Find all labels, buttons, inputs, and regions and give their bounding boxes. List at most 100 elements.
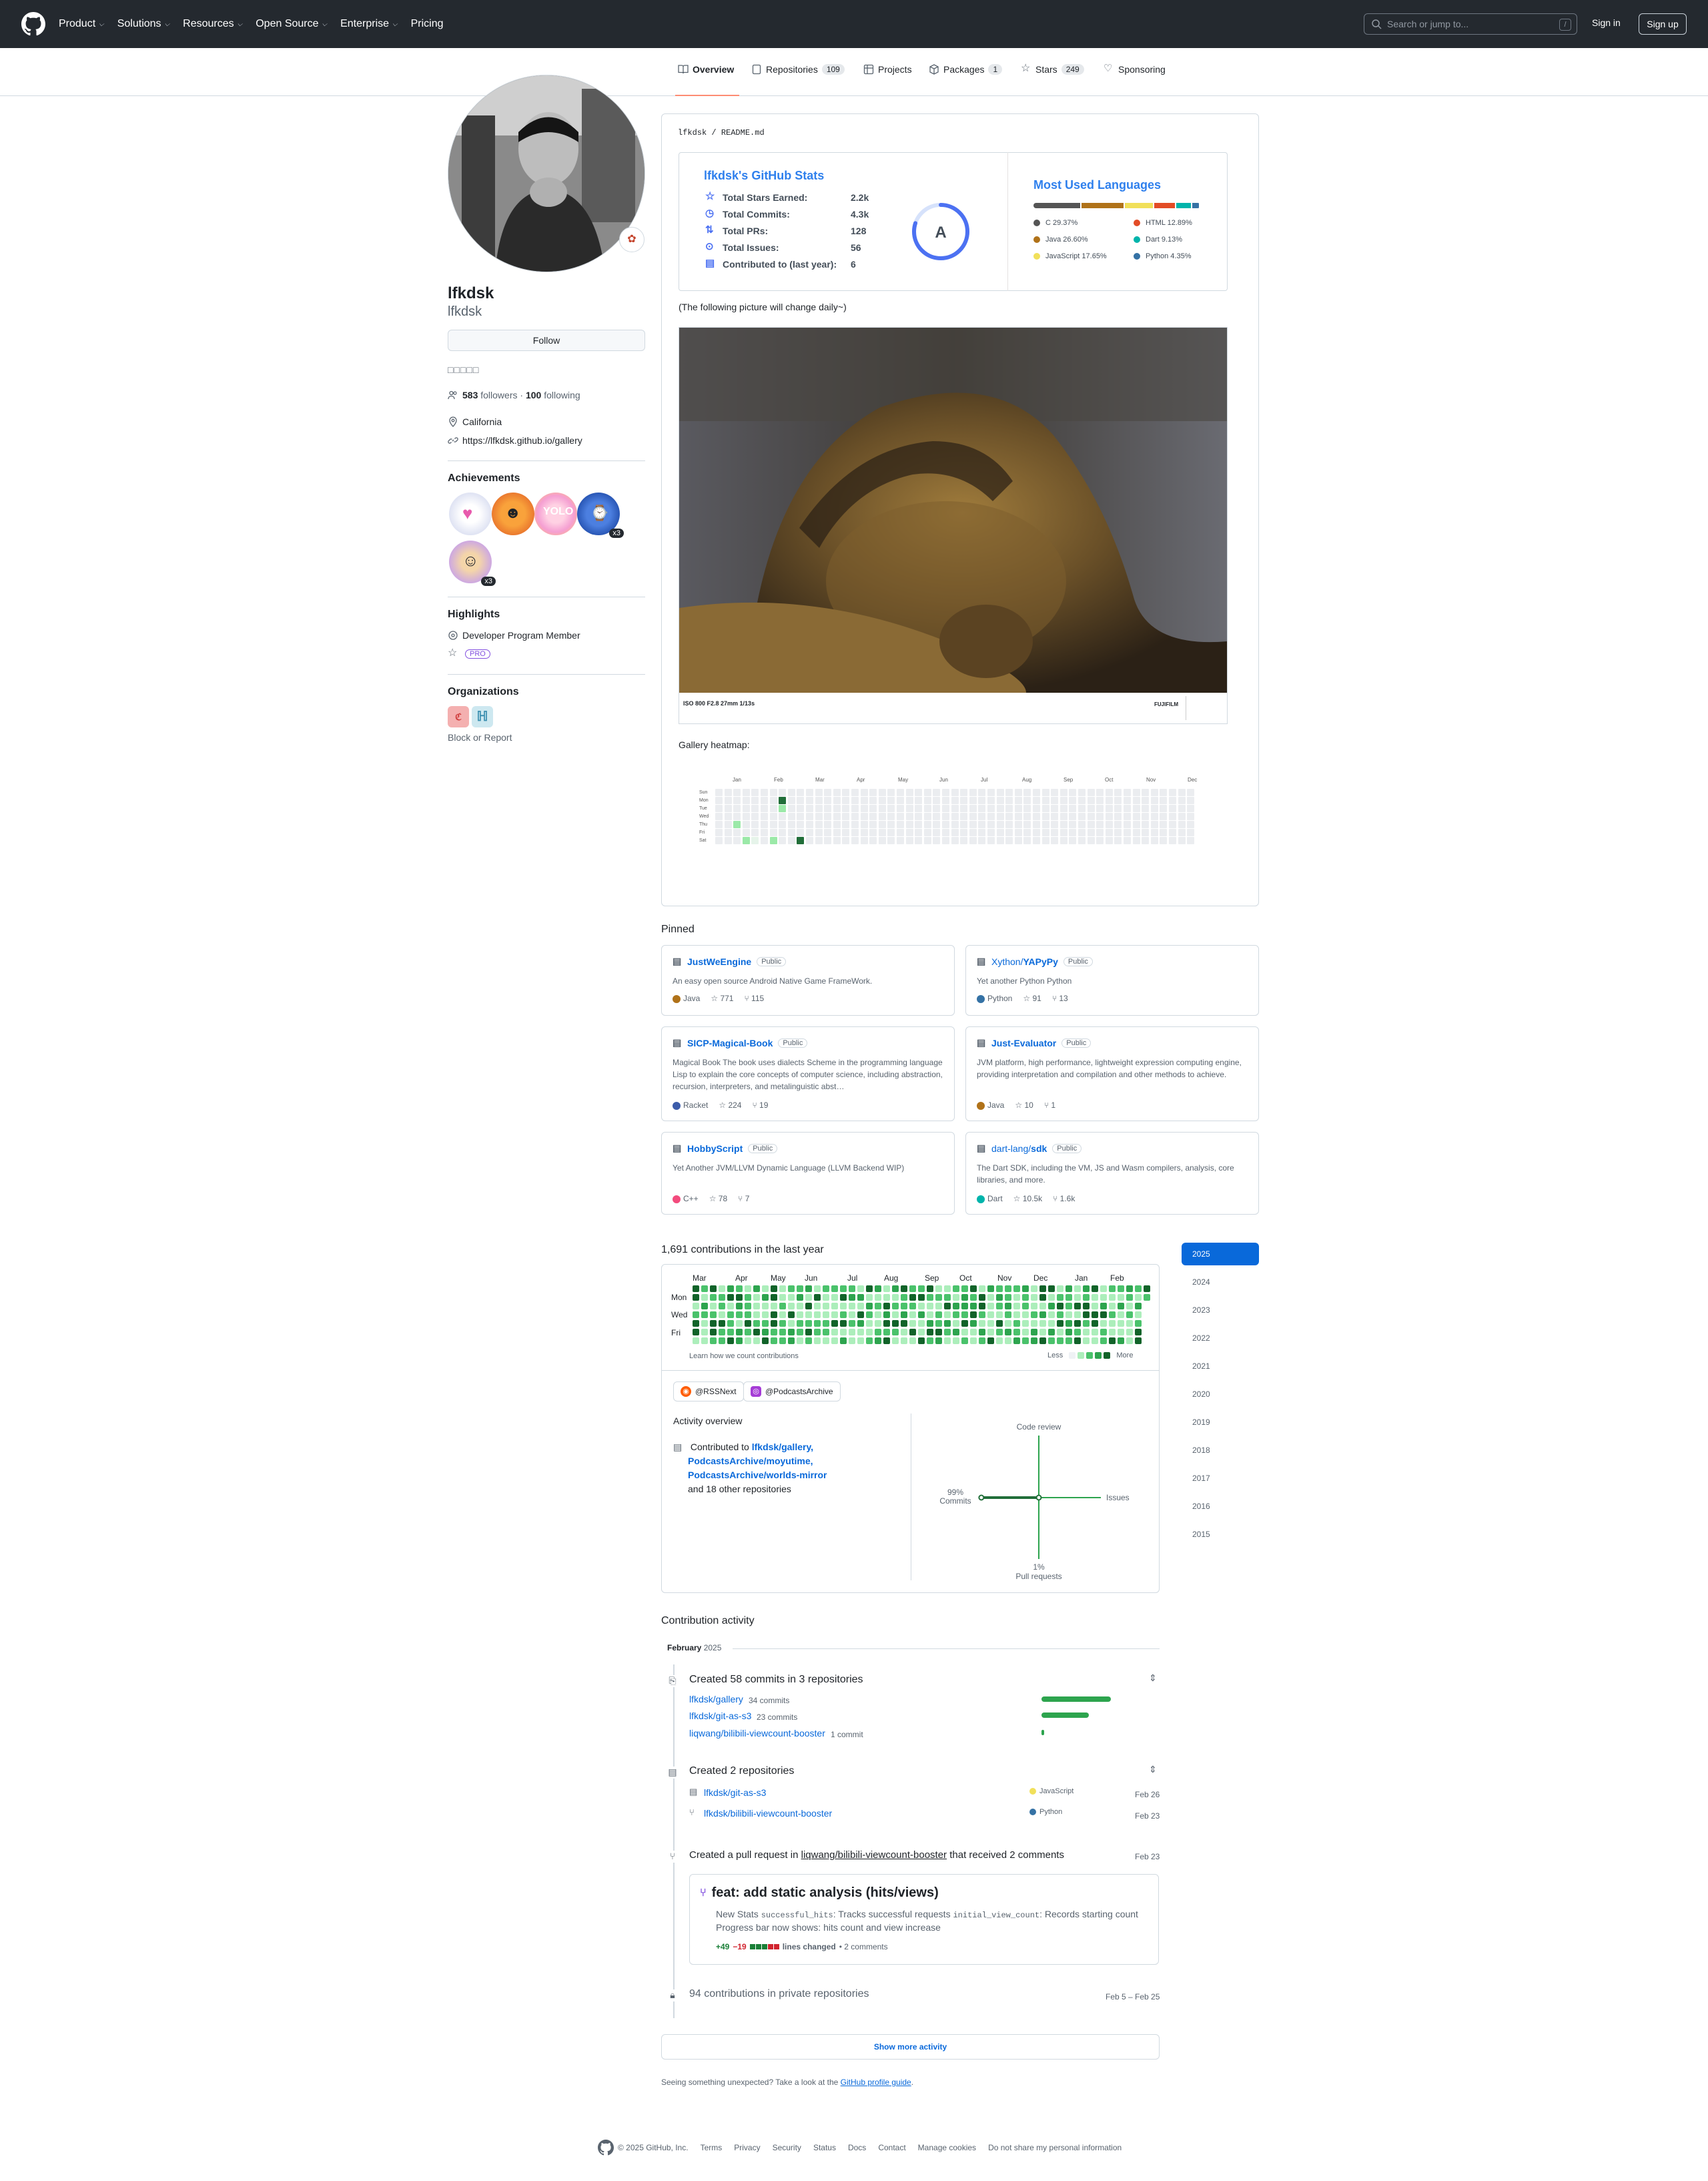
calendar-day-cell[interactable] bbox=[996, 1320, 1003, 1327]
calendar-day-cell[interactable] bbox=[944, 1294, 951, 1301]
calendar-day-cell[interactable] bbox=[918, 1285, 925, 1292]
calendar-day-cell[interactable] bbox=[944, 1285, 951, 1292]
calendar-day-cell[interactable] bbox=[1057, 1303, 1063, 1309]
calendar-day-cell[interactable] bbox=[762, 1337, 769, 1344]
created-repo-link[interactable]: lfkdsk/bilibili-viewcount-booster bbox=[704, 1808, 832, 1819]
calendar-day-cell[interactable] bbox=[727, 1337, 734, 1344]
calendar-day-cell[interactable] bbox=[745, 1337, 751, 1344]
calendar-day-cell[interactable] bbox=[1144, 1294, 1150, 1301]
following-label[interactable]: following bbox=[544, 390, 580, 400]
avatar[interactable] bbox=[448, 75, 645, 272]
repo-stars[interactable]: ☆ 78 bbox=[709, 1194, 727, 1203]
calendar-day-cell[interactable] bbox=[840, 1329, 847, 1335]
calendar-day-cell[interactable] bbox=[961, 1329, 968, 1335]
year-2018[interactable]: 2018 bbox=[1182, 1439, 1259, 1462]
calendar-day-cell[interactable] bbox=[1031, 1285, 1037, 1292]
repo-link[interactable]: HobbyScript bbox=[687, 1143, 743, 1154]
calendar-day-cell[interactable] bbox=[1039, 1311, 1046, 1318]
year-2021[interactable]: 2021 bbox=[1182, 1355, 1259, 1377]
footer-link-manage-cookies[interactable]: Manage cookies bbox=[918, 2143, 976, 2152]
calendar-day-cell[interactable] bbox=[693, 1303, 699, 1309]
calendar-day-cell[interactable] bbox=[719, 1329, 725, 1335]
calendar-day-cell[interactable] bbox=[1048, 1320, 1055, 1327]
calendar-day-cell[interactable] bbox=[727, 1294, 734, 1301]
github-logo-icon[interactable] bbox=[598, 2140, 614, 2156]
calendar-day-cell[interactable] bbox=[883, 1329, 890, 1335]
year-2016[interactable]: 2016 bbox=[1182, 1495, 1259, 1518]
calendar-day-cell[interactable] bbox=[727, 1329, 734, 1335]
calendar-day-cell[interactable] bbox=[996, 1329, 1003, 1335]
calendar-day-cell[interactable] bbox=[762, 1285, 769, 1292]
calendar-day-cell[interactable] bbox=[1118, 1337, 1124, 1344]
calendar-day-cell[interactable] bbox=[805, 1294, 812, 1301]
repo-stars[interactable]: ☆ 224 bbox=[719, 1101, 741, 1110]
calendar-day-cell[interactable] bbox=[970, 1311, 977, 1318]
repo-link[interactable]: JustWeEngine bbox=[687, 956, 751, 967]
calendar-day-cell[interactable] bbox=[1135, 1294, 1142, 1301]
created-repo-link[interactable]: lfkdsk/git-as-s3 bbox=[704, 1787, 766, 1798]
calendar-day-cell[interactable] bbox=[909, 1329, 916, 1335]
calendar-day-cell[interactable] bbox=[979, 1311, 985, 1318]
calendar-day-cell[interactable] bbox=[970, 1329, 977, 1335]
calendar-day-cell[interactable] bbox=[1083, 1337, 1090, 1344]
calendar-day-cell[interactable] bbox=[979, 1294, 985, 1301]
tab-projects[interactable]: Projects bbox=[863, 64, 912, 96]
calendar-day-cell[interactable] bbox=[1100, 1294, 1107, 1301]
calendar-day-cell[interactable] bbox=[727, 1311, 734, 1318]
calendar-day-cell[interactable] bbox=[701, 1303, 708, 1309]
block-report-link[interactable]: Block or Report bbox=[448, 732, 512, 743]
calendar-day-cell[interactable] bbox=[918, 1294, 925, 1301]
calendar-day-cell[interactable] bbox=[849, 1337, 855, 1344]
calendar-day-cell[interactable] bbox=[901, 1294, 907, 1301]
calendar-day-cell[interactable] bbox=[1100, 1337, 1107, 1344]
repo-forks[interactable]: ⑂ 1 bbox=[1044, 1101, 1055, 1110]
footer-link-contact[interactable]: Contact bbox=[878, 2143, 905, 2152]
calendar-day-cell[interactable] bbox=[953, 1337, 959, 1344]
repo-stars[interactable]: ☆ 771 bbox=[711, 994, 733, 1003]
calendar-day-cell[interactable] bbox=[788, 1337, 795, 1344]
contributed-repo-link[interactable]: PodcastsArchive/moyutime, bbox=[688, 1456, 813, 1466]
calendar-day-cell[interactable] bbox=[866, 1311, 873, 1318]
calendar-day-cell[interactable] bbox=[944, 1311, 951, 1318]
repo-link[interactable]: sdk bbox=[1031, 1143, 1047, 1154]
calendar-day-cell[interactable] bbox=[1013, 1294, 1020, 1301]
calendar-day-cell[interactable] bbox=[1118, 1303, 1124, 1309]
year-2022[interactable]: 2022 bbox=[1182, 1327, 1259, 1349]
calendar-day-cell[interactable] bbox=[866, 1337, 873, 1344]
calendar-day-cell[interactable] bbox=[892, 1337, 899, 1344]
calendar-day-cell[interactable] bbox=[1135, 1285, 1142, 1292]
calendar-day-cell[interactable] bbox=[875, 1337, 881, 1344]
year-2025[interactable]: 2025 bbox=[1182, 1243, 1259, 1265]
calendar-day-cell[interactable] bbox=[701, 1320, 708, 1327]
calendar-day-cell[interactable] bbox=[901, 1320, 907, 1327]
contributed-repo-link[interactable]: PodcastsArchive/worlds-mirror bbox=[688, 1470, 827, 1480]
calendar-day-cell[interactable] bbox=[1022, 1311, 1029, 1318]
calendar-day-cell[interactable] bbox=[996, 1303, 1003, 1309]
tab-packages[interactable]: Packages 1 bbox=[929, 64, 1003, 96]
calendar-day-cell[interactable] bbox=[849, 1285, 855, 1292]
calendar-day-cell[interactable] bbox=[1005, 1329, 1011, 1335]
repo-stars[interactable]: ☆ 10.5k bbox=[1013, 1194, 1042, 1203]
calendar-day-cell[interactable] bbox=[745, 1329, 751, 1335]
calendar-day-cell[interactable] bbox=[875, 1285, 881, 1292]
github-logo-icon[interactable] bbox=[21, 12, 45, 36]
calendar-day-cell[interactable] bbox=[736, 1303, 743, 1309]
calendar-day-cell[interactable] bbox=[1065, 1329, 1072, 1335]
calendar-day-cell[interactable] bbox=[823, 1294, 829, 1301]
calendar-day-cell[interactable] bbox=[1100, 1329, 1107, 1335]
calendar-day-cell[interactable] bbox=[831, 1285, 838, 1292]
calendar-day-cell[interactable] bbox=[736, 1285, 743, 1292]
calendar-day-cell[interactable] bbox=[779, 1337, 786, 1344]
nav-enterprise[interactable]: Enterprise ⌵ bbox=[340, 18, 398, 30]
calendar-day-cell[interactable] bbox=[1100, 1303, 1107, 1309]
calendar-day-cell[interactable] bbox=[693, 1320, 699, 1327]
calendar-day-cell[interactable] bbox=[1100, 1311, 1107, 1318]
calendar-day-cell[interactable] bbox=[1109, 1337, 1116, 1344]
calendar-day-cell[interactable] bbox=[823, 1320, 829, 1327]
calendar-day-cell[interactable] bbox=[788, 1329, 795, 1335]
calendar-day-cell[interactable] bbox=[797, 1311, 803, 1318]
calendar-day-cell[interactable] bbox=[1065, 1294, 1072, 1301]
calendar-day-cell[interactable] bbox=[814, 1303, 821, 1309]
repo-forks[interactable]: ⑂ 13 bbox=[1052, 994, 1068, 1003]
calendar-day-cell[interactable] bbox=[1065, 1311, 1072, 1318]
